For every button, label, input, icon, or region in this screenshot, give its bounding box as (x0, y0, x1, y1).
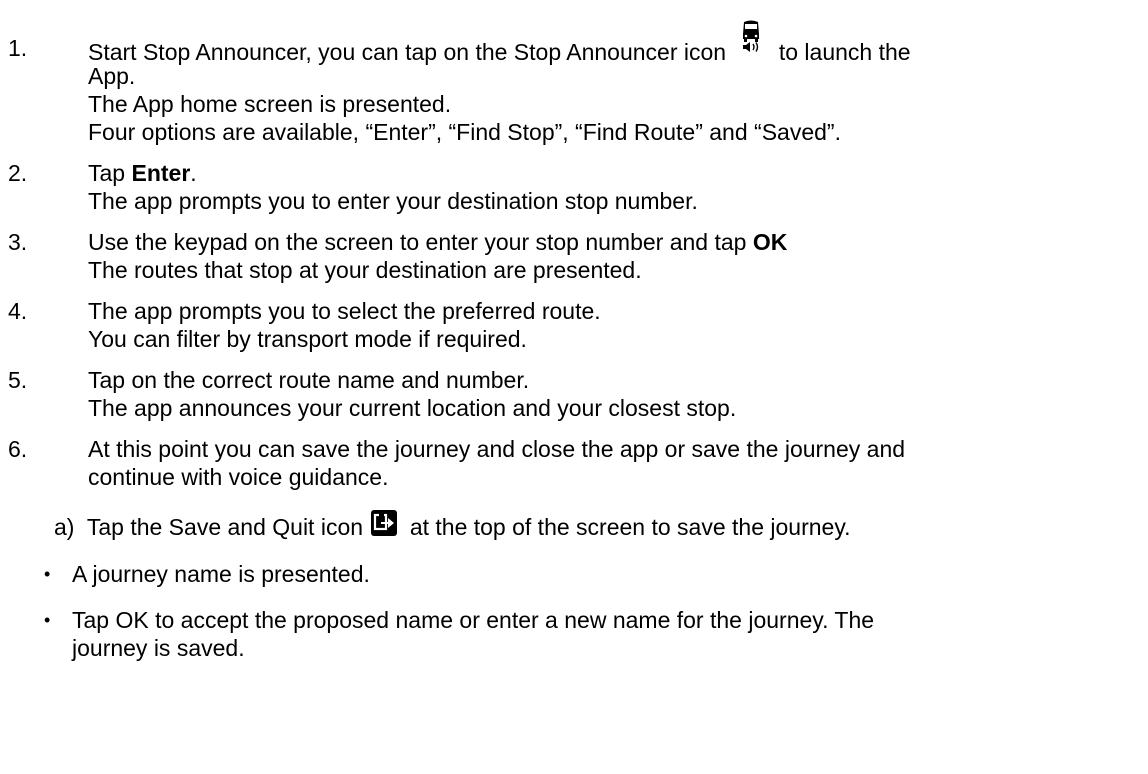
step-number: 4. (8, 298, 28, 324)
save-quit-icon (371, 510, 398, 542)
substep-text-part: at the top of the screen to save the jou… (409, 514, 851, 541)
step-number: 1. (8, 35, 28, 61)
step-text: Tap on the correct route name and number… (88, 367, 530, 393)
step-text-part: to launch the (778, 39, 911, 66)
bullet-text: Tap OK to accept the proposed name or en… (72, 607, 875, 633)
step-text: You can filter by transport mode if requ… (88, 326, 527, 352)
step-text-part: Start Stop Announcer, you can tap on the… (88, 39, 727, 66)
step-number: 3. (8, 229, 28, 255)
step-text: The app announces your current location … (88, 395, 737, 421)
substep-text: a) Tap the Save and Quit icon at the top… (54, 510, 851, 545)
substep-label: a) (54, 514, 75, 541)
step-text: The routes that stop at your destination… (88, 257, 642, 283)
step-text: The app prompts you to select the prefer… (88, 298, 601, 324)
step-text: continue with voice guidance. (88, 464, 389, 490)
bus-speaker-icon (740, 20, 762, 60)
step-emphasis: OK (752, 229, 788, 255)
step-emphasis: Enter (131, 160, 191, 186)
step-text: At this point you can save the journey a… (88, 436, 906, 462)
step-text: Use the keypad on the screen to enter yo… (88, 228, 787, 256)
bullet-marker: • (44, 564, 51, 584)
step-text: The app prompts you to enter your destin… (88, 188, 698, 214)
step-text: Four options are available, “Enter”, “Fi… (88, 119, 841, 145)
step-number: 2. (8, 160, 28, 186)
step-text-part: Tap (88, 160, 132, 186)
step-text: App. (88, 63, 136, 89)
step-text: The App home screen is presented. (88, 91, 452, 117)
step-text-part: Use the keypad on the screen to enter yo… (88, 229, 753, 255)
instructions-document: 1. Start Stop Announcer, you can tap on … (0, 0, 1148, 774)
step-text-part: . (190, 160, 197, 186)
step-number: 5. (8, 367, 28, 393)
substep-text-part: Tap the Save and Quit icon (86, 514, 364, 541)
bullet-text: A journey name is presented. (72, 561, 370, 587)
step-number: 6. (8, 436, 28, 462)
bullet-marker: • (44, 610, 51, 630)
bullet-text: journey is saved. (72, 635, 245, 661)
step-text: Start Stop Announcer, you can tap on the… (88, 20, 911, 74)
step-text: Tap Enter. (88, 159, 197, 187)
